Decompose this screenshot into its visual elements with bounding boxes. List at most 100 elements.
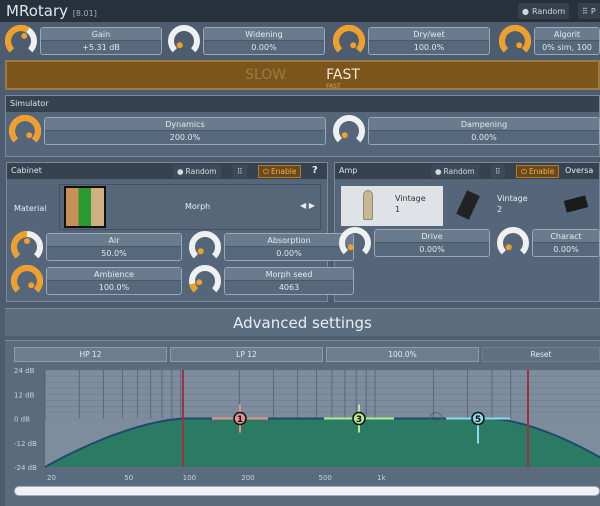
knob[interactable] <box>332 114 366 148</box>
knob-arc <box>9 115 41 143</box>
speed-selected-value: FAST <box>326 83 341 90</box>
knob-pointer <box>176 42 183 49</box>
knob[interactable] <box>167 24 201 58</box>
enable-label: Enable <box>270 167 297 176</box>
control-value: 50.0% <box>101 249 127 258</box>
control-field[interactable]: Dampening 0.00% <box>368 117 600 145</box>
knob-pointer <box>21 32 28 39</box>
control-label: Air <box>47 234 181 247</box>
control-label: Charact <box>533 230 599 243</box>
knob[interactable] <box>10 230 44 264</box>
knob-arc <box>189 282 199 293</box>
knob[interactable] <box>498 24 532 58</box>
dice-icon: ● <box>177 167 184 176</box>
knob-arc <box>5 25 30 53</box>
eq-reset-button[interactable]: Reset <box>482 347 600 362</box>
knob[interactable] <box>10 264 44 298</box>
simulator-header: Simulator <box>6 96 599 112</box>
type-num: 2 <box>497 205 503 214</box>
app-version: [8.01] <box>72 9 97 18</box>
control-value: 200.0% <box>169 133 201 142</box>
cabinet-random-button[interactable]: ● Random <box>173 165 221 178</box>
control-field[interactable]: Morph seed 4063 <box>224 267 354 295</box>
amp-random-button[interactable]: ● Random <box>431 165 479 178</box>
control-value: 100.0% <box>98 283 130 292</box>
knob-arc <box>11 231 28 259</box>
advanced-settings-toggle[interactable]: Advanced settings <box>5 308 600 336</box>
control-field[interactable]: Dynamics 200.0% <box>44 117 326 145</box>
knob-pointer <box>24 238 30 244</box>
y-tick-label: -12 dB <box>14 440 37 448</box>
amp-type-vintage-1[interactable]: Vintage 1 <box>341 186 443 226</box>
amp-type-vintage-2[interactable]: Vintage 2 <box>449 186 549 226</box>
material-thumbnail[interactable] <box>64 186 106 228</box>
lp-filter-selector[interactable]: LP 12 <box>170 347 323 362</box>
chip-icon <box>563 195 589 213</box>
control-field[interactable]: Ambience 100.0% <box>46 267 182 295</box>
random-label: Random <box>443 167 475 176</box>
x-tick-label: 100 <box>183 474 196 482</box>
control-label: Absorption <box>225 234 353 247</box>
knob[interactable] <box>496 226 530 260</box>
knob[interactable] <box>188 230 222 264</box>
knob[interactable] <box>332 24 366 58</box>
power-icon: ⏻ <box>521 166 527 176</box>
control-value: 4063 <box>278 283 300 292</box>
knob-arc <box>333 115 365 143</box>
material-label: Material <box>14 204 47 213</box>
knob-arc <box>497 227 529 255</box>
morph-arrows[interactable]: ◀ ▶ <box>300 201 315 210</box>
y-tick-label: 12 dB <box>14 391 35 399</box>
cabinet-enable-button[interactable]: ⏻ Enable <box>258 165 302 178</box>
enable-label: Enable <box>528 167 555 176</box>
control-value: 0.00% <box>471 133 497 142</box>
amp-presets-button[interactable]: ⠿ <box>491 165 505 178</box>
control-field[interactable]: Air 50.0% <box>46 233 182 261</box>
type-name: Vintage <box>395 194 426 203</box>
hp-filter-selector[interactable]: HP 12 <box>14 347 167 362</box>
amp-enable-button[interactable]: ⏻ Enable <box>516 165 560 178</box>
cabinet-presets-button[interactable]: ⠿ <box>233 165 247 178</box>
control-field[interactable]: Dry/wet 100.0% <box>368 27 490 55</box>
eq-mix-slider[interactable]: 100.0% <box>326 347 479 362</box>
material-selector: Morph ◀ ▶ <box>59 184 321 230</box>
control-field[interactable]: Charact 0.00% <box>532 229 600 257</box>
knob-pointer <box>347 244 354 251</box>
knob-arc <box>189 231 221 259</box>
random-label: Random <box>185 167 217 176</box>
speed-fast-option[interactable]: FAST <box>326 67 360 83</box>
control-value: 0.00% <box>553 245 579 254</box>
knob-pointer <box>341 132 348 139</box>
knob[interactable] <box>8 114 42 148</box>
knob[interactable] <box>4 24 38 58</box>
x-tick-label: 20 <box>47 474 56 482</box>
dice-icon: ● <box>522 6 529 16</box>
control-label: Algorit <box>535 28 599 41</box>
x-tick-label: 200 <box>241 474 254 482</box>
knob-arc <box>11 265 43 293</box>
knob[interactable] <box>338 226 372 260</box>
speed-slow-option[interactable]: SLOW <box>245 67 286 83</box>
x-tick-label: 1k <box>377 474 386 482</box>
knob-arc <box>339 227 371 255</box>
random-button[interactable]: ● Random <box>518 3 570 19</box>
control-field[interactable]: Drive 0.00% <box>374 229 490 257</box>
speed-fast-wrap: FAST FAST <box>326 67 360 90</box>
control-field[interactable]: Absorption 0.00% <box>224 233 354 261</box>
knob-pointer <box>516 42 523 49</box>
eq-scrollbar[interactable] <box>14 486 600 496</box>
knob[interactable] <box>188 264 222 298</box>
eq-graph[interactable]: 1 3 5 24 dB 12 dB 0 dB -12 dB -24 dB 20 50 100 200 5… <box>0 365 600 487</box>
power-icon: ⏻ <box>263 166 269 176</box>
speed-switch[interactable]: SLOW FAST FAST <box>5 60 600 90</box>
band-number: 1 <box>237 415 243 425</box>
simulator-title: Simulator <box>10 99 49 108</box>
knob-arc <box>168 25 200 53</box>
help-button[interactable]: ? <box>312 165 318 176</box>
control-field[interactable]: Algorit 0% sim, 100 <box>534 27 600 55</box>
control-field[interactable]: Widening 0.00% <box>203 27 325 55</box>
control-field[interactable]: Gain +5.31 dB <box>40 27 162 55</box>
presets-button[interactable]: ⠿ P <box>578 3 600 19</box>
control-value: 0.00% <box>276 249 302 258</box>
oversampling-label[interactable]: Oversa <box>565 166 593 175</box>
